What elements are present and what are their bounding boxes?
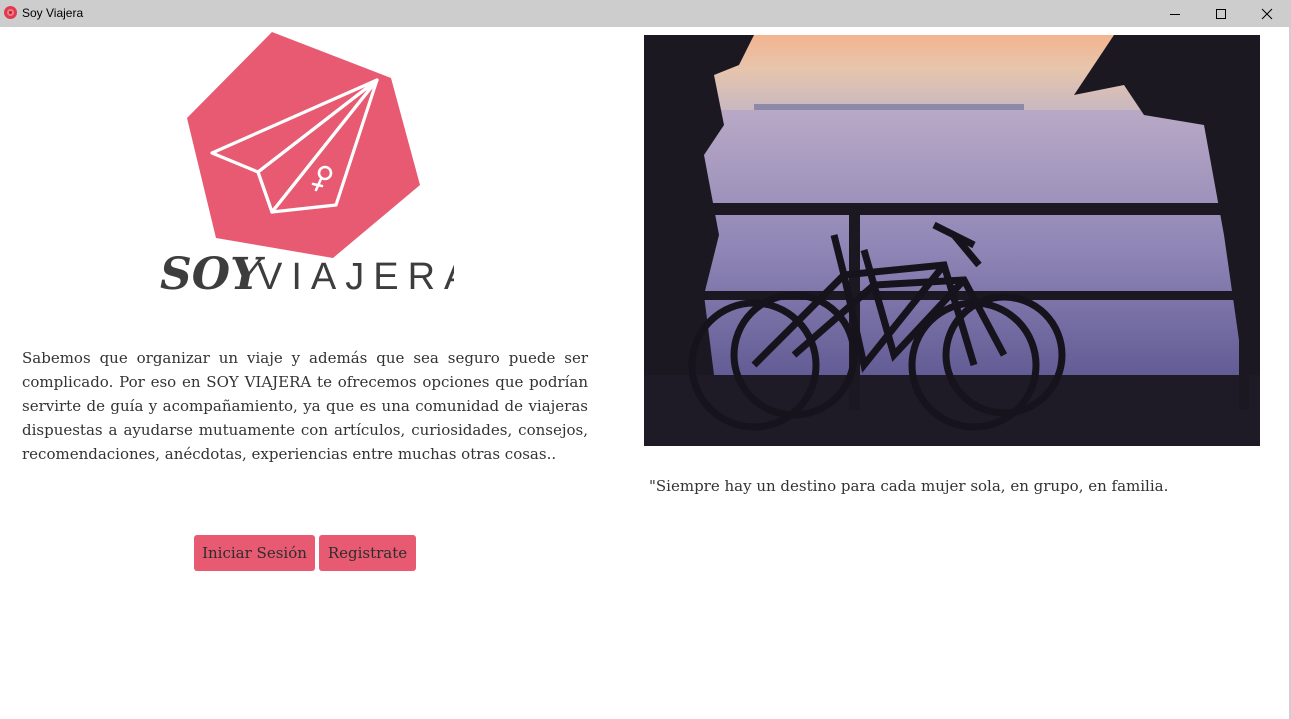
login-button[interactable]: Iniciar Sesión <box>194 535 315 571</box>
logo-hexagon <box>187 32 420 258</box>
close-icon <box>1261 8 1273 19</box>
intro-paragraph: Sabemos que organizar un viaje y además … <box>22 349 588 463</box>
register-button[interactable]: Registrate <box>319 535 416 571</box>
maximize-button[interactable] <box>1198 0 1244 27</box>
bicycles-sunset-photo <box>644 35 1260 446</box>
travel-quote: "Siempre hay un destino para cada mujer … <box>649 477 1169 495</box>
logo-soy-text: SOY <box>160 249 265 300</box>
rose-icon <box>4 6 17 19</box>
logo-viajera-text: VIAJERA <box>257 256 454 298</box>
soy-viajera-logo: SOY VIAJERA <box>160 32 454 300</box>
window-title: Soy Viajera <box>22 6 84 20</box>
minimize-button[interactable] <box>1152 0 1198 27</box>
maximize-icon <box>1216 8 1226 19</box>
close-button[interactable] <box>1244 0 1290 27</box>
minimize-icon <box>1170 13 1180 15</box>
window-titlebar: Soy Viajera <box>0 0 1291 27</box>
